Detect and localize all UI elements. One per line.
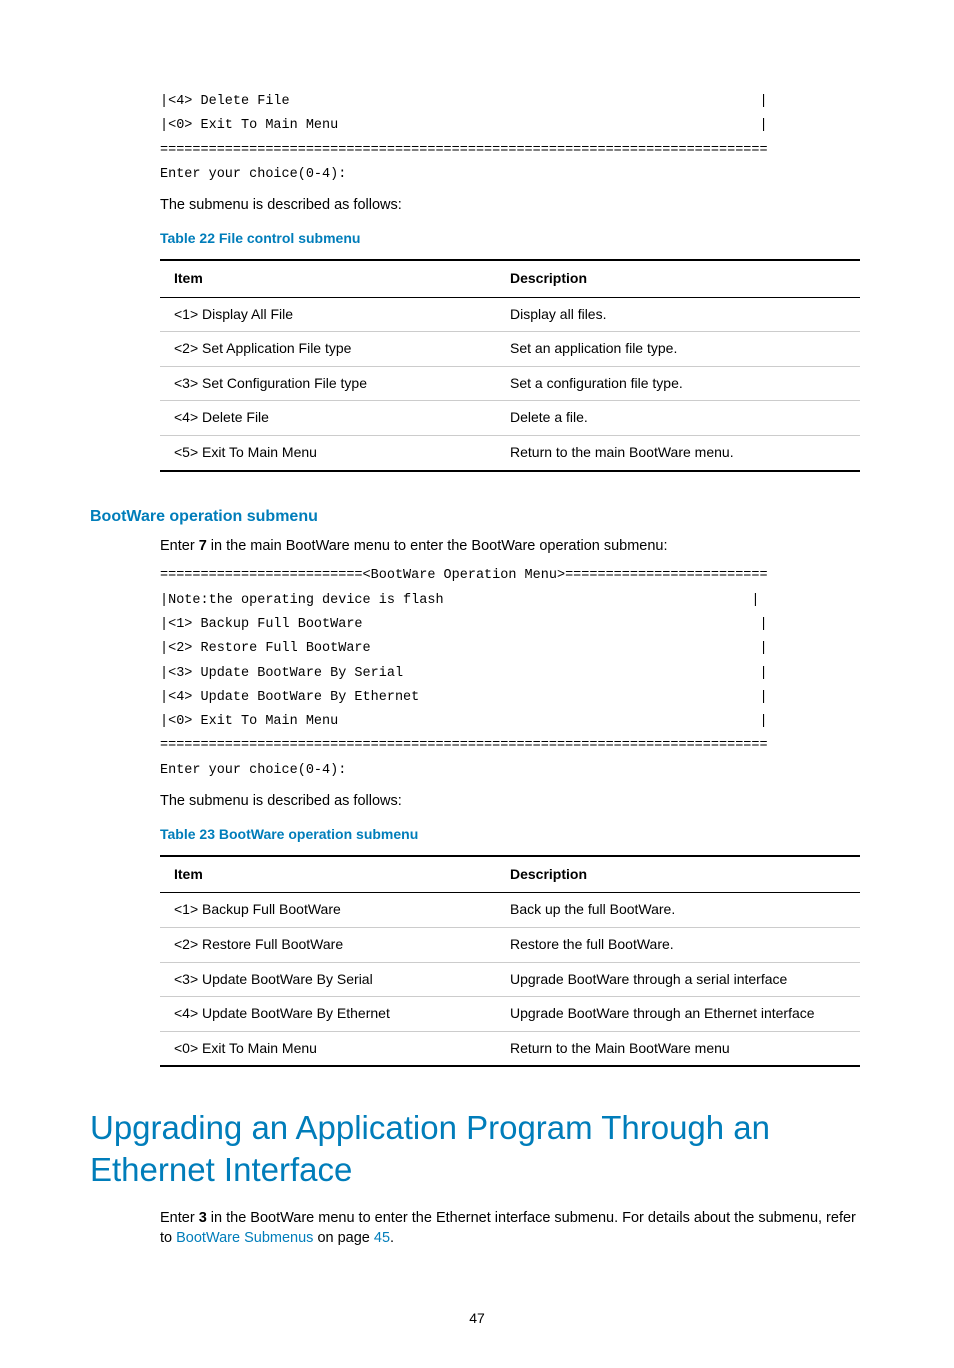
table-row: <0> Exit To Main MenuReturn to the Main … <box>160 1031 860 1066</box>
td-item: <3> Update BootWare By Serial <box>160 962 496 997</box>
table-row: <4> Update BootWare By EthernetUpgrade B… <box>160 997 860 1032</box>
table-row: <1> Display All FileDisplay all files. <box>160 297 860 332</box>
code-block-file-control-tail: |<4> Delete File | |<0> Exit To Main Men… <box>160 90 864 187</box>
paragraph-submenu-desc-1: The submenu is described as follows: <box>160 195 864 215</box>
table23-caption: Table 23 BootWare operation submenu <box>160 825 864 845</box>
table22-caption: Table 22 File control submenu <box>160 229 864 249</box>
code-line: |<1> Backup Full BootWare | <box>160 617 768 632</box>
td-desc: Upgrade BootWare through a serial interf… <box>496 962 860 997</box>
table-row: <4> Delete FileDelete a file. <box>160 401 860 436</box>
code-block-bootware-operation: =========================<BootWare Opera… <box>160 564 864 783</box>
th-item: Item <box>160 856 496 893</box>
td-item: <2> Restore Full BootWare <box>160 928 496 963</box>
td-desc: Return to the Main BootWare menu <box>496 1031 860 1066</box>
paragraph-enter-7: Enter 7 in the main BootWare menu to ent… <box>160 536 864 556</box>
code-line: |<3> Update BootWare By Serial | <box>160 666 768 681</box>
td-desc: Set an application file type. <box>496 332 860 367</box>
td-item: <2> Set Application File type <box>160 332 496 367</box>
table-row: <3> Update BootWare By SerialUpgrade Boo… <box>160 962 860 997</box>
section-heading-bootware-operation: BootWare operation submenu <box>90 506 864 528</box>
code-line: |Note:the operating device is flash | <box>160 593 760 608</box>
heading-upgrading-application-program: Upgrading an Application Program Through… <box>90 1107 864 1190</box>
code-line: |<0> Exit To Main Menu | <box>160 118 768 133</box>
td-desc: Back up the full BootWare. <box>496 893 860 928</box>
td-item: <4> Update BootWare By Ethernet <box>160 997 496 1032</box>
code-line: =========================<BootWare Opera… <box>160 568 768 583</box>
td-desc: Set a configuration file type. <box>496 366 860 401</box>
code-line: ========================================… <box>160 738 768 753</box>
table22-file-control-submenu: Item Description <1> Display All FileDis… <box>160 259 860 472</box>
th-desc: Description <box>496 856 860 893</box>
page-number: 47 <box>90 1309 864 1329</box>
code-line: |<4> Delete File | <box>160 94 768 109</box>
table-row: <2> Restore Full BootWareRestore the ful… <box>160 928 860 963</box>
td-item: <5> Exit To Main Menu <box>160 436 496 471</box>
th-item: Item <box>160 260 496 297</box>
code-line: |<2> Restore Full BootWare | <box>160 641 768 656</box>
td-item: <1> Display All File <box>160 297 496 332</box>
code-line: Enter your choice(0-4): <box>160 763 346 778</box>
td-item: <4> Delete File <box>160 401 496 436</box>
paragraph-enter-3: Enter 3 in the BootWare menu to enter th… <box>160 1208 864 1249</box>
th-desc: Description <box>496 260 860 297</box>
code-line: |<0> Exit To Main Menu | <box>160 714 768 729</box>
td-desc: Upgrade BootWare through an Ethernet int… <box>496 997 860 1032</box>
td-desc: Delete a file. <box>496 401 860 436</box>
table-row: <2> Set Application File typeSet an appl… <box>160 332 860 367</box>
link-bootware-submenus[interactable]: BootWare Submenus <box>176 1230 313 1246</box>
code-line: |<4> Update BootWare By Ethernet | <box>160 690 768 705</box>
td-desc: Restore the full BootWare. <box>496 928 860 963</box>
link-page-45[interactable]: 45 <box>374 1230 390 1246</box>
td-item: <1> Backup Full BootWare <box>160 893 496 928</box>
table-row: <5> Exit To Main MenuReturn to the main … <box>160 436 860 471</box>
table23-bootware-operation-submenu: Item Description <1> Backup Full BootWar… <box>160 855 860 1068</box>
td-desc: Return to the main BootWare menu. <box>496 436 860 471</box>
td-item: <3> Set Configuration File type <box>160 366 496 401</box>
code-line: Enter your choice(0-4): <box>160 167 346 182</box>
code-line: ========================================… <box>160 143 768 158</box>
td-desc: Display all files. <box>496 297 860 332</box>
table-row: <1> Backup Full BootWareBack up the full… <box>160 893 860 928</box>
table-row: <3> Set Configuration File typeSet a con… <box>160 366 860 401</box>
paragraph-submenu-desc-2: The submenu is described as follows: <box>160 791 864 811</box>
td-item: <0> Exit To Main Menu <box>160 1031 496 1066</box>
